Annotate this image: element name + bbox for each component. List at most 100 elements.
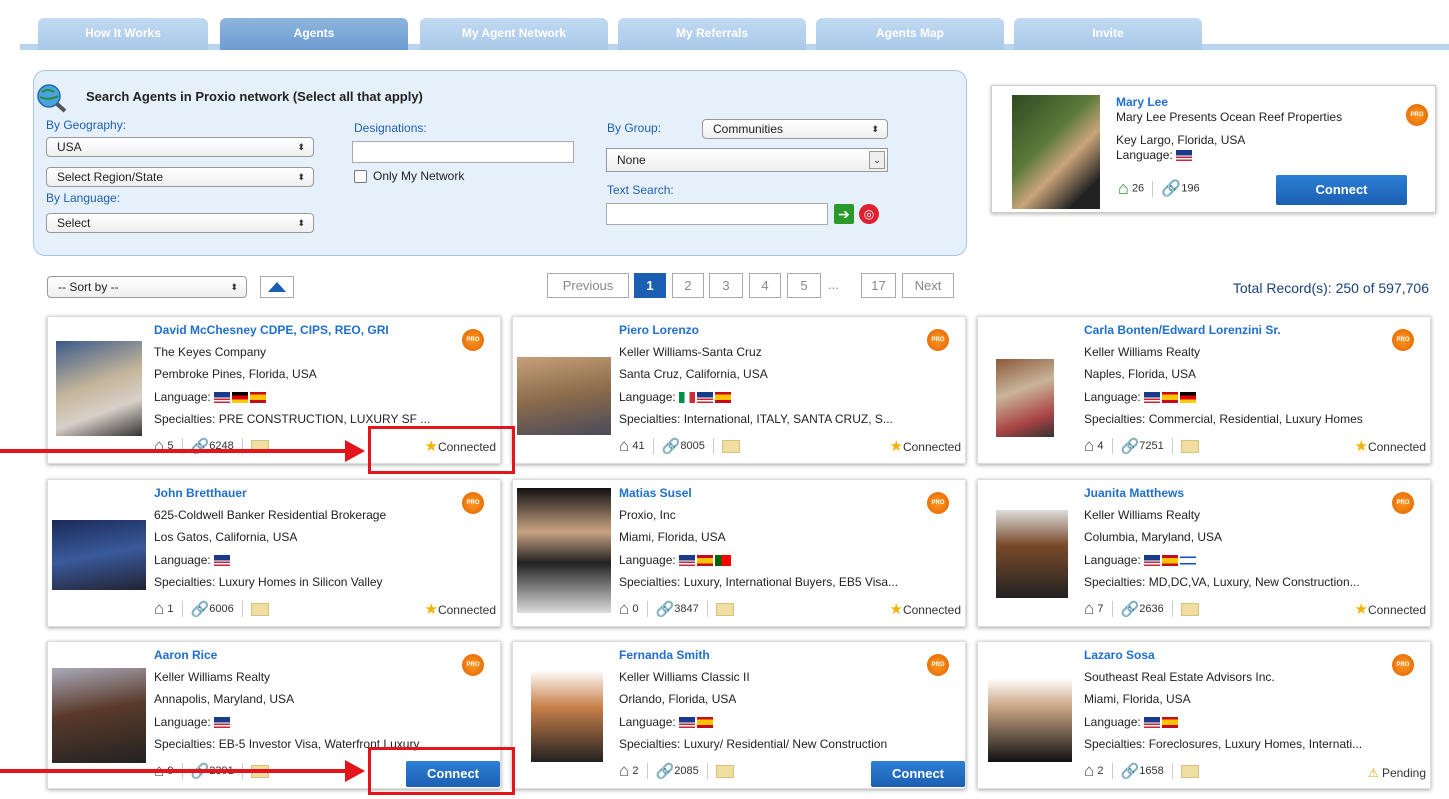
flag-us-icon	[679, 717, 696, 729]
globe-search-icon	[37, 84, 67, 113]
pagination-previous[interactable]: Previous	[547, 273, 629, 298]
pagination-next[interactable]: Next	[902, 273, 954, 298]
flag-es-icon	[697, 555, 714, 567]
pro-badge-icon: PRO	[927, 492, 949, 514]
agent-language: Language:	[1084, 553, 1198, 567]
agent-company: Proxio, Inc	[619, 508, 676, 522]
tab-my-agent-network[interactable]: My Agent Network	[420, 18, 608, 50]
total-records: Total Record(s): 250 of 597,706	[1232, 280, 1429, 296]
star-icon: ★	[1354, 601, 1368, 618]
flag-us-icon	[214, 555, 231, 567]
tab-my-referrals[interactable]: My Referrals	[618, 18, 806, 50]
designations-input[interactable]	[352, 141, 574, 163]
flag-de-icon	[232, 392, 249, 404]
language-select[interactable]: Select ⬍	[46, 213, 314, 233]
agent-company: Keller Williams Realty	[1084, 345, 1201, 359]
pagination-page-5[interactable]: 5	[787, 273, 821, 298]
search-go-icon[interactable]: ➔	[834, 204, 854, 224]
agent-name[interactable]: Carla Bonten/Edward Lorenzini Sr.	[1084, 323, 1281, 337]
status-connected: ★Connected	[1354, 438, 1427, 455]
tab-agents[interactable]: Agents	[220, 18, 408, 50]
mail-icon[interactable]	[1180, 764, 1199, 778]
annotation-box-connect	[368, 747, 515, 795]
flag-de-icon	[1180, 392, 1197, 404]
agent-name[interactable]: Piero Lorenzo	[619, 323, 699, 337]
house-icon: ⌂	[619, 599, 630, 618]
star-icon: ★	[424, 601, 438, 618]
flag-us-icon	[214, 392, 231, 404]
featured-agent-card: Mary Lee Mary Lee Presents Ocean Reef Pr…	[991, 85, 1436, 213]
group-sub-select[interactable]: None ⌄	[606, 148, 888, 172]
agent-name[interactable]: Fernanda Smith	[619, 648, 710, 662]
agent-stats: ⌂ 2 🔗1658	[1084, 761, 1199, 781]
agent-company: Keller Williams-Santa Cruz	[619, 345, 762, 359]
link-icon: 🔗	[655, 763, 675, 780]
mail-icon[interactable]	[715, 764, 734, 778]
pagination-page-1[interactable]: 1	[634, 273, 666, 298]
flag-it-icon	[679, 392, 696, 404]
featured-agent-name[interactable]: Mary Lee	[1116, 95, 1168, 109]
connect-button[interactable]: Connect	[871, 761, 965, 787]
tab-invite[interactable]: Invite	[1014, 18, 1202, 50]
pagination-page-last[interactable]: 17	[861, 273, 896, 298]
agent-language: Language:	[154, 390, 268, 404]
house-icon: ⌂	[1084, 761, 1095, 780]
mail-icon[interactable]	[1180, 439, 1199, 453]
agent-name[interactable]: Aaron Rice	[154, 648, 217, 662]
mail-icon[interactable]	[715, 602, 734, 616]
annotation-arrow-head	[345, 440, 365, 462]
pagination-page-2[interactable]: 2	[672, 273, 704, 298]
agent-name[interactable]: Juanita Matthews	[1084, 486, 1184, 500]
country-select[interactable]: USA ⬍	[46, 137, 314, 157]
agent-stats: ⌂ 2 🔗2085	[619, 761, 734, 781]
agent-card: Juanita Matthews PRO Keller Williams Rea…	[977, 479, 1431, 627]
pro-badge-icon: PRO	[462, 654, 484, 676]
flag-pt-icon	[715, 555, 732, 567]
link-icon: 🔗	[1120, 438, 1140, 455]
region-select[interactable]: Select Region/State ⬍	[46, 167, 314, 187]
group-select[interactable]: Communities ⬍	[702, 119, 888, 139]
agent-name[interactable]: David McChesney CDPE, CIPS, REO, GRI	[154, 323, 389, 337]
flag-es-icon	[1162, 717, 1179, 729]
tab-how-it-works[interactable]: How It Works	[38, 18, 208, 50]
agent-card: Piero Lorenzo PRO Keller Williams-Santa …	[512, 316, 966, 464]
mail-icon[interactable]	[250, 602, 269, 616]
agent-name[interactable]: Matias Susel	[619, 486, 692, 500]
agent-specialties: Specialties: Luxury, International Buyer…	[619, 575, 899, 589]
mail-icon[interactable]	[722, 439, 741, 453]
only-my-network-label: Only My Network	[373, 169, 465, 183]
featured-connect-button[interactable]: Connect	[1276, 175, 1407, 205]
agent-photo	[531, 670, 603, 762]
agent-specialties: Specialties: PRE CONSTRUCTION, LUXURY SF…	[154, 412, 431, 426]
clear-search-icon[interactable]: ◎	[859, 204, 879, 224]
flag-us-icon	[1144, 717, 1161, 729]
agent-stats: ⌂ 41 🔗8005	[619, 436, 741, 456]
agent-company: 625-Coldwell Banker Residential Brokerag…	[154, 508, 387, 522]
house-icon: ⌂	[619, 761, 630, 780]
agent-stats: ⌂ 1 🔗6006	[154, 599, 269, 619]
agent-language: Language:	[1084, 715, 1180, 729]
agent-name[interactable]: Lazaro Sosa	[1084, 648, 1155, 662]
mail-icon[interactable]	[1180, 602, 1199, 616]
search-title: Search Agents in Proxio network (Select …	[86, 89, 423, 104]
agent-card: John Bretthauer PRO 625-Coldwell Banker …	[47, 479, 501, 627]
pagination-page-4[interactable]: 4	[749, 273, 781, 298]
agent-name[interactable]: John Bretthauer	[154, 486, 247, 500]
featured-agent-location: Key Largo, Florida, USA	[1116, 133, 1246, 147]
agent-photo	[517, 488, 611, 613]
annotation-box-connected	[368, 426, 515, 474]
sort-select[interactable]: -- Sort by -- ⬍	[47, 276, 247, 298]
flag-es-icon	[697, 717, 714, 729]
flag-es-icon	[715, 392, 732, 404]
pagination-page-3[interactable]: 3	[709, 273, 743, 298]
featured-agent-stats: ⌂ 26 🔗196	[1118, 178, 1200, 198]
pro-badge-icon: PRO	[1392, 492, 1414, 514]
only-my-network-checkbox[interactable]	[354, 170, 367, 183]
agent-location: Annapolis, Maryland, USA	[154, 692, 295, 706]
sort-direction-button[interactable]	[260, 276, 294, 298]
agent-card: Fernanda Smith PRO Keller Williams Class…	[512, 641, 966, 789]
house-icon: ⌂	[1118, 178, 1129, 198]
tab-agents-map[interactable]: Agents Map	[816, 18, 1004, 50]
by-group-label: By Group:	[607, 121, 662, 135]
text-search-input[interactable]	[606, 203, 828, 225]
